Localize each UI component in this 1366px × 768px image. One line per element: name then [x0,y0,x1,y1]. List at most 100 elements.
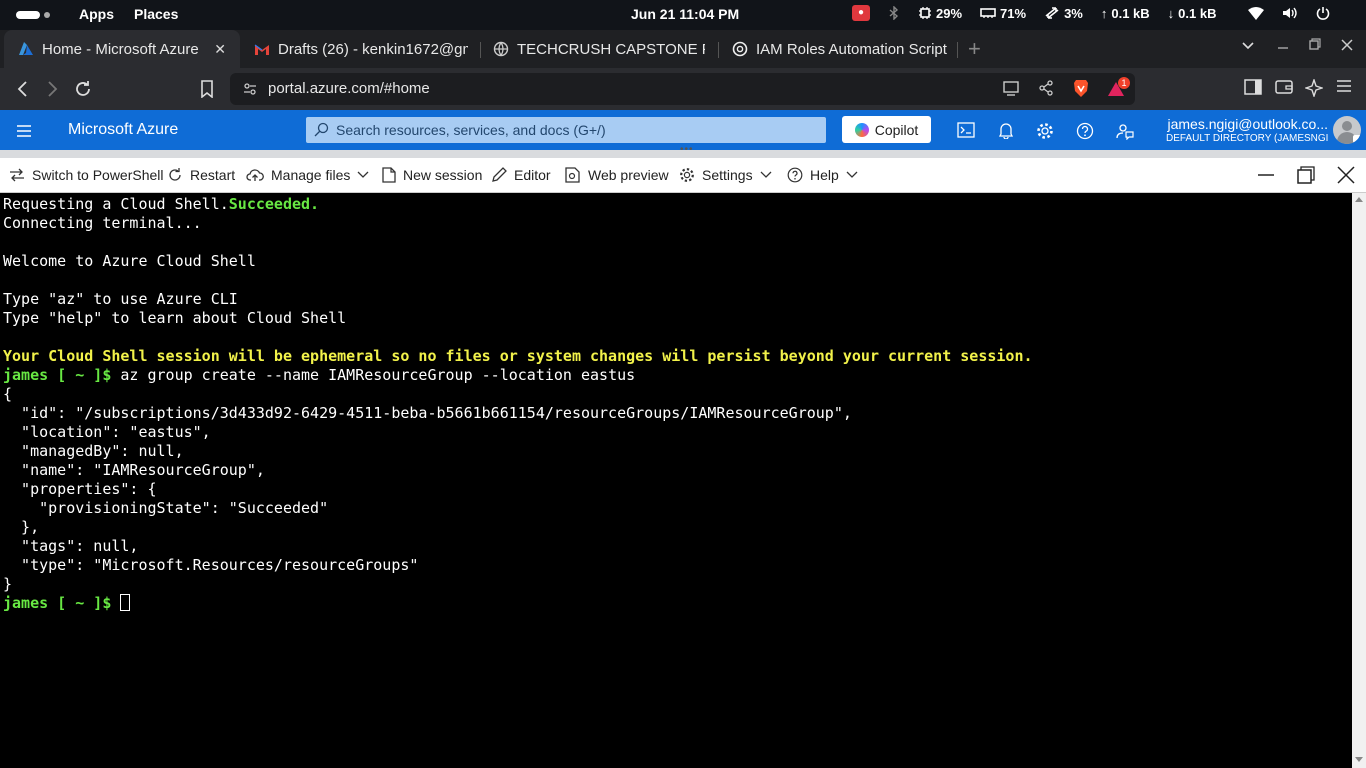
output-line: "properties": { [3,480,157,498]
volume-icon[interactable] [1282,6,1298,20]
close-tab-icon[interactable]: ✕ [210,41,230,58]
cloud-upload-icon [246,169,264,181]
terminal[interactable]: Requesting a Cloud Shell.Succeeded. Conn… [0,193,1352,768]
settings-menu-button[interactable]: Settings [679,167,772,183]
help-menu-button[interactable]: Help [787,167,858,183]
cpu-monitor[interactable]: 29% [918,6,962,21]
settings-gear-icon[interactable] [1036,122,1054,145]
new-tab-button[interactable]: + [968,36,981,62]
clock[interactable]: Jun 21 11:04 PM [631,6,739,22]
browser-toolbar: portal.azure.com/#home 1 [0,68,1366,110]
minimize-shell-icon[interactable] [1257,166,1275,187]
active-prompt-line[interactable]: james [ ~ ]$ [3,594,1352,613]
terminal-cursor [120,594,131,611]
command-line: james [ ~ ]$ az group create --name IAMR… [3,366,1352,385]
wifi-icon[interactable] [1248,6,1265,20]
help-label: Help [810,167,839,183]
tab-title: Drafts (26) - kenkin1672@gm [278,40,468,58]
tab-list-chevron-icon[interactable] [1241,38,1255,55]
search-placeholder: Search resources, services, and docs (G+… [336,122,606,138]
help-icon[interactable] [1076,122,1094,145]
manage-files-button[interactable]: Manage files [246,167,369,183]
upload-monitor[interactable]: ↑ 0.1 kB [1101,6,1150,21]
resize-handle[interactable]: ••• [0,144,1366,158]
url-text[interactable]: portal.azure.com/#home [268,80,430,97]
feedback-icon[interactable] [1116,122,1134,145]
editor-label: Editor [514,167,551,183]
avatar[interactable] [1333,116,1361,144]
switch-to-powershell-button[interactable]: Switch to PowerShell [9,167,164,183]
system-top-bar: Apps Places Jun 21 11:04 PM ● 29% 71% 3%… [0,0,1366,30]
terminal-line: Connecting terminal... [3,214,202,232]
install-app-icon[interactable] [1003,80,1021,101]
cpu-icon [919,7,931,19]
terminal-line: Type "help" to learn about Cloud Shell [3,309,347,327]
wallet-icon[interactable] [1275,79,1293,100]
leo-ai-icon[interactable] [1303,77,1325,102]
scroll-down-arrow-icon[interactable] [1355,757,1363,762]
cloud-shell-icon[interactable] [957,122,975,143]
cloud-shell-toolbar: Switch to PowerShell Restart Manage file… [0,158,1366,193]
tab-gmail-drafts[interactable]: Drafts (26) - kenkin1672@gm [254,30,468,68]
power-icon[interactable] [1316,6,1330,20]
terminal-scrollbar[interactable] [1352,193,1366,768]
output-line: "provisioningState": "Succeeded" [3,499,329,517]
download-monitor[interactable]: ↓ 0.1 kB [1168,6,1217,21]
bookmark-button[interactable] [196,78,218,100]
sidebar-toggle-icon[interactable] [1244,79,1262,100]
close-shell-icon[interactable] [1337,166,1355,187]
new-session-button[interactable]: New session [382,167,482,183]
cpu-value: 29% [936,5,963,21]
places-menu[interactable]: Places [134,6,178,22]
tab-iam-roles[interactable]: IAM Roles Automation Script [732,30,952,68]
close-window-icon[interactable] [1340,38,1354,55]
share-icon[interactable] [1038,80,1054,101]
swap-monitor[interactable]: 3% [1044,6,1083,21]
swap-icon [1045,7,1059,19]
tab-azure-home[interactable]: Home - Microsoft Azure ✕ [4,30,240,68]
account-info[interactable]: james.ngigi@outlook.co... DEFAULT DIRECT… [1166,116,1328,144]
tab-techcrush[interactable]: TECHCRUSH CAPSTONE PR [493,30,705,68]
web-preview-button[interactable]: Web preview [565,167,669,183]
azure-favicon [18,41,34,57]
download-arrow-icon: ↓ [1167,5,1175,21]
output-line: "name": "IAMResourceGroup", [3,461,265,479]
global-search-input[interactable]: Search resources, services, and docs (G+… [306,117,826,143]
brave-shields-icon[interactable] [1073,79,1089,103]
site-info-icon[interactable] [242,81,258,102]
new-session-icon [382,167,396,183]
output-line: { [3,385,13,403]
success-text: Succeeded. [228,195,320,213]
maximize-window-icon[interactable] [1308,38,1322,55]
globe-icon [493,41,509,57]
back-button[interactable] [12,78,34,100]
scroll-up-arrow-icon[interactable] [1355,197,1363,202]
screen-record-icon[interactable]: ● [852,5,870,21]
minimize-window-icon[interactable] [1276,36,1290,55]
web-preview-label: Web preview [588,167,669,183]
swap-value: 3% [1064,5,1083,21]
reload-button[interactable] [72,78,94,100]
editor-button[interactable]: Editor [491,167,551,183]
switch-icon [10,168,24,182]
apps-menu[interactable]: Apps [79,6,114,22]
chevron-down-icon [760,171,772,178]
maximize-shell-icon[interactable] [1297,166,1315,187]
azure-brand[interactable]: Microsoft Azure [68,121,178,139]
portal-menu-icon[interactable] [16,124,32,142]
restart-button[interactable]: Restart [167,167,235,183]
notifications-bell-icon[interactable] [998,122,1014,144]
output-line: }, [3,518,40,536]
memory-monitor[interactable]: 71% [980,6,1026,21]
bluetooth-icon[interactable] [888,6,900,20]
output-line: "type": "Microsoft.Resources/resourceGro… [3,556,419,574]
command-text: az group create --name IAMResourceGroup … [111,366,636,384]
ephemeral-warning: Your Cloud Shell session will be ephemer… [3,347,1033,365]
menu-icon[interactable] [1336,79,1352,98]
workspace-indicator[interactable] [16,11,50,19]
copilot-button[interactable]: Copilot [842,116,931,143]
forward-button[interactable] [41,78,63,100]
address-bar[interactable]: portal.azure.com/#home [230,73,1135,105]
